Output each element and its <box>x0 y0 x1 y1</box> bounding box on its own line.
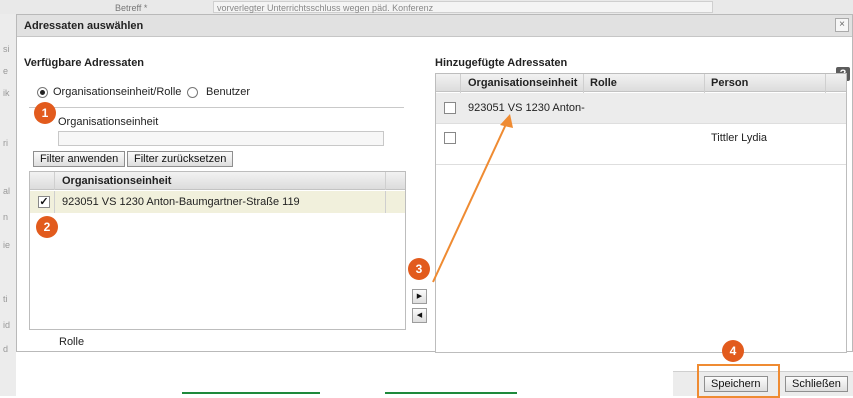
step-badge-1: 1 <box>34 102 56 124</box>
save-highlight-box <box>697 364 780 398</box>
step-badge-2: 2 <box>36 216 58 238</box>
annotation-arrow <box>432 114 513 283</box>
step-badge-3: 3 <box>408 258 430 280</box>
step-badge-4: 4 <box>722 340 744 362</box>
